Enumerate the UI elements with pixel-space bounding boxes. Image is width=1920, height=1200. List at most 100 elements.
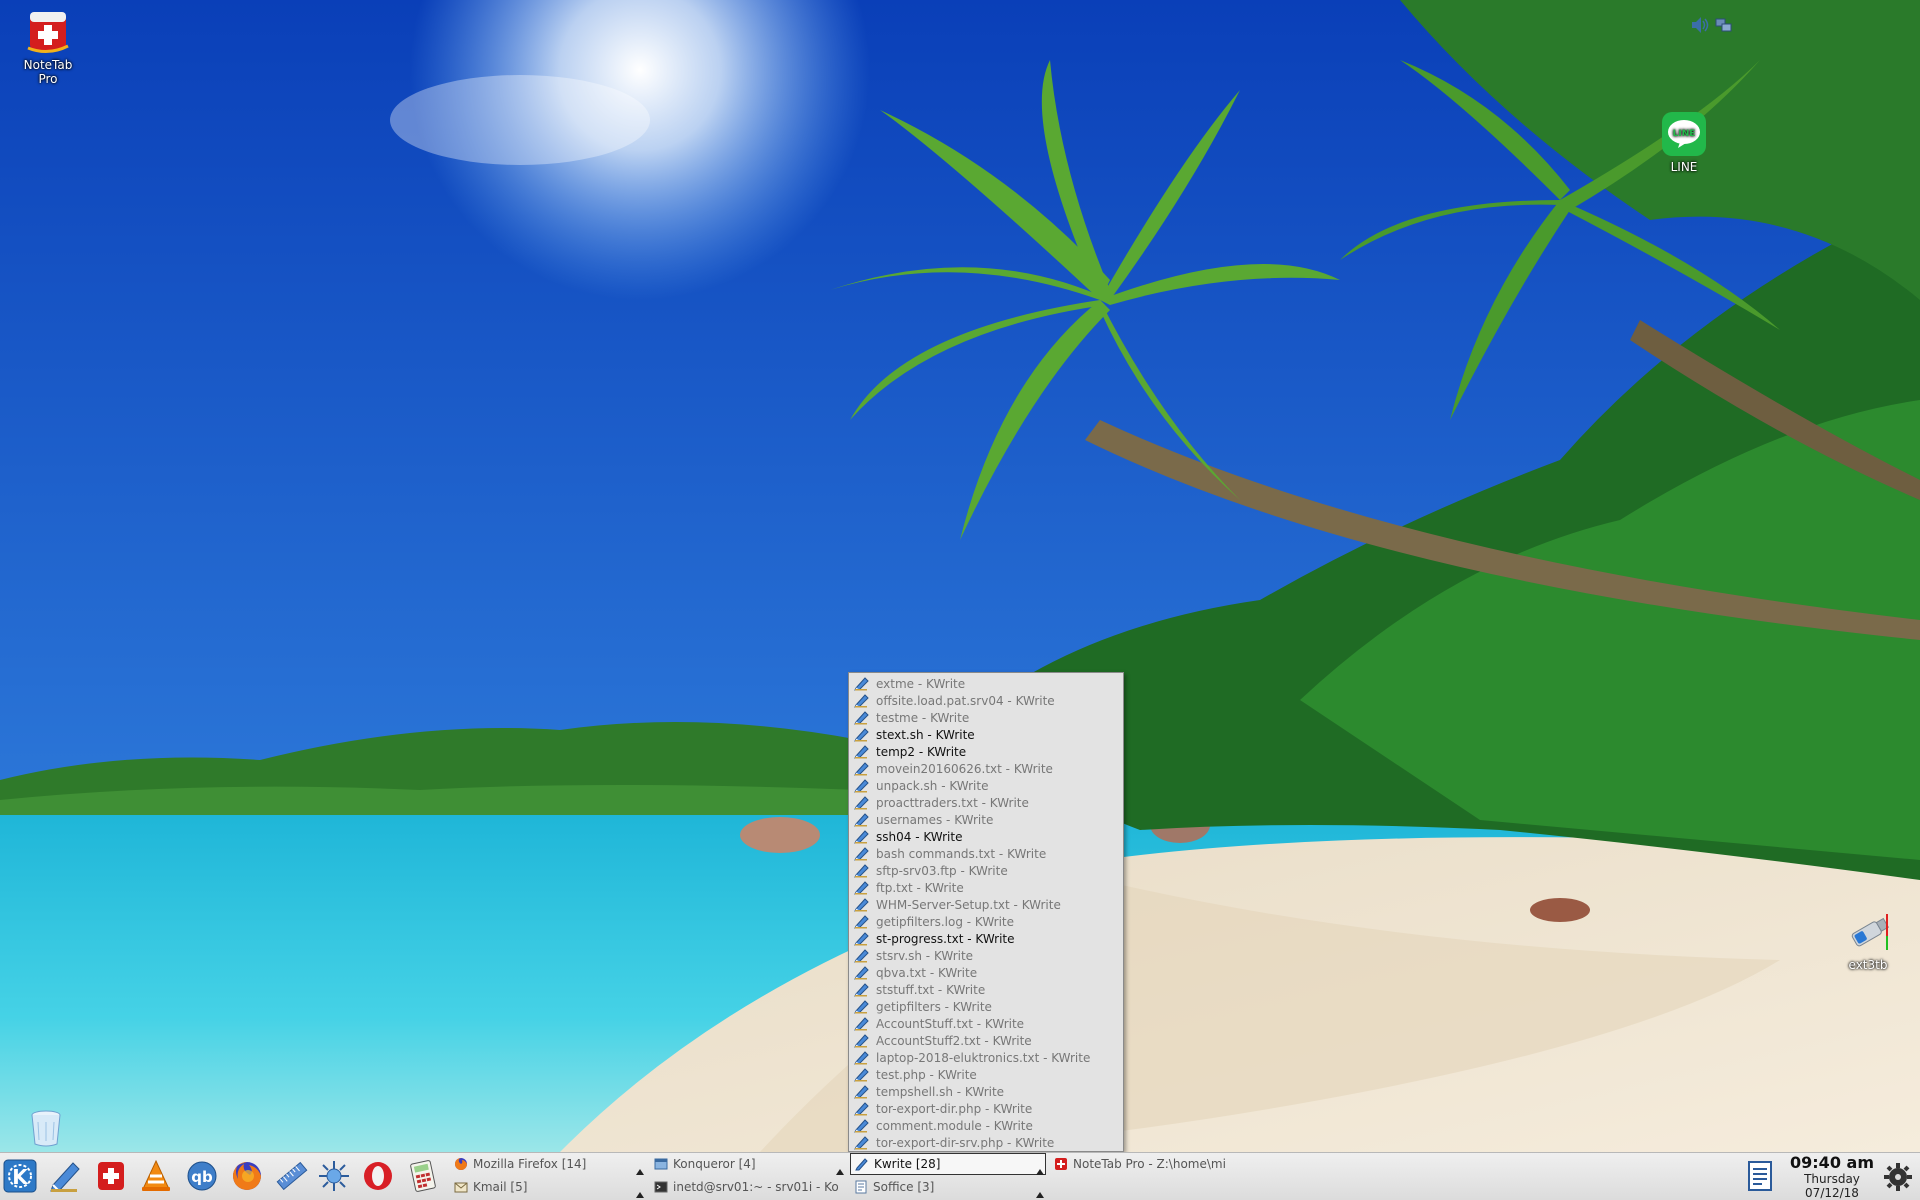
kwrite-icon [854, 880, 870, 895]
task-group-arrow-icon[interactable] [1035, 1161, 1045, 1175]
kwrite-launcher-icon[interactable] [48, 1158, 84, 1194]
menu-item[interactable]: movein20160626.txt - KWrite [852, 760, 1120, 777]
menu-item[interactable]: tor-export-dir.php - KWrite [852, 1100, 1120, 1117]
menu-item[interactable]: ftp.txt - KWrite [852, 879, 1120, 896]
ruler-icon[interactable] [274, 1158, 310, 1194]
usb-drive-icon [1844, 908, 1892, 956]
svg-text:LINE: LINE [1673, 129, 1696, 139]
clock-day: Thursday [1804, 1172, 1860, 1186]
network-icon[interactable] [316, 1158, 352, 1194]
desktop-icon-ext3tb[interactable]: ext3tb [1828, 908, 1908, 972]
kwrite-icon [854, 1084, 870, 1099]
menu-item-label: usernames - KWrite [876, 812, 994, 827]
kwrite-icon [854, 812, 870, 827]
notetab-icon [24, 8, 72, 56]
task-group-arrow-icon[interactable] [635, 1161, 645, 1175]
desktop-icon-line[interactable]: LINE LINE [1644, 110, 1724, 174]
kwrite-window-list-menu[interactable]: extme - KWrite offsite.load.pat.srv04 - K… [848, 672, 1124, 1152]
menu-item[interactable]: testme - KWrite [852, 709, 1120, 726]
task-label: NoteTab Pro - Z:\home\mi [1073, 1157, 1226, 1171]
trash-icon [26, 1108, 66, 1148]
desktop-icon-notetab-pro[interactable]: NoteTab Pro [8, 8, 88, 86]
task-group-arrow-icon[interactable] [635, 1184, 645, 1198]
konqueror-icon [654, 1157, 668, 1171]
menu-item[interactable]: getipfilters.log - KWrite [852, 913, 1120, 930]
menu-item[interactable]: extme - KWrite [852, 675, 1120, 692]
kwrite-icon [855, 1157, 869, 1171]
firefox-icon[interactable] [229, 1158, 265, 1194]
menu-item[interactable]: laptop-2018-eluktronics.txt - KWrite [852, 1049, 1120, 1066]
network-tray-icon[interactable] [1714, 14, 1734, 36]
menu-item-label: tor-export-dir.php - KWrite [876, 1101, 1033, 1116]
calculator-icon[interactable] [405, 1158, 441, 1194]
klipper-icon[interactable] [1746, 1158, 1774, 1194]
kwrite-icon [854, 1118, 870, 1133]
menu-item[interactable]: stext.sh - KWrite [852, 726, 1120, 743]
task-soffice[interactable]: Soffice [3] [850, 1176, 1046, 1198]
menu-item[interactable]: AccountStuff2.txt - KWrite [852, 1032, 1120, 1049]
qbittorrent-icon[interactable]: qb [184, 1158, 220, 1194]
menu-item[interactable]: AccountStuff.txt - KWrite [852, 1015, 1120, 1032]
task-label: Konqueror [4] [673, 1157, 756, 1171]
menu-item[interactable]: getipfilters - KWrite [852, 998, 1120, 1015]
opera-icon[interactable] [360, 1158, 396, 1194]
task-group-arrow-icon[interactable] [1035, 1184, 1045, 1198]
notetab-launcher-icon[interactable] [93, 1158, 129, 1194]
menu-item[interactable]: unpack.sh - KWrite [852, 777, 1120, 794]
menu-item[interactable]: WHM-Server-Setup.txt - KWrite [852, 896, 1120, 913]
task-label: Kwrite [28] [874, 1157, 941, 1171]
menu-item-label: st-progress.txt - KWrite [876, 931, 1015, 946]
desktop-icon-trash[interactable] [6, 1108, 86, 1150]
kwrite-icon [854, 863, 870, 878]
kwrite-icon [854, 999, 870, 1014]
menu-item-label: offsite.load.pat.srv04 - KWrite [876, 693, 1055, 708]
menu-item-label: comment.module - KWrite [876, 1118, 1033, 1133]
kde-menu-icon[interactable]: K [2, 1158, 38, 1194]
terminal-icon [654, 1180, 668, 1194]
volume-icon[interactable] [1690, 14, 1710, 36]
menu-item-label: tor-export-dir-srv.php - KWrite [876, 1135, 1055, 1150]
task-terminal[interactable]: inetd@srv01:~ - srv01i - Ko [650, 1176, 846, 1198]
task-kmail[interactable]: Kmail [5] [450, 1176, 646, 1198]
desktop-icon-label: ext3tb [1848, 958, 1888, 972]
kwrite-icon [854, 1016, 870, 1031]
task-group-arrow-icon[interactable] [835, 1161, 845, 1175]
menu-item[interactable]: tempshell.sh - KWrite [852, 1083, 1120, 1100]
desktop-icon-label: LINE [1670, 160, 1698, 174]
task-konqueror[interactable]: Konqueror [4] [650, 1153, 846, 1175]
menu-item[interactable]: temp2 - KWrite [852, 743, 1120, 760]
kwrite-icon [854, 897, 870, 912]
menu-item[interactable]: ssh04 - KWrite [852, 828, 1120, 845]
menu-item[interactable]: proacttraders.txt - KWrite [852, 794, 1120, 811]
menu-item[interactable]: st-progress.txt - KWrite [852, 930, 1120, 947]
line-icon: LINE [1660, 110, 1708, 158]
task-kwrite[interactable]: Kwrite [28] [850, 1153, 1046, 1175]
clock[interactable]: 09:40 am Thursday 07/12/18 [1784, 1152, 1880, 1200]
logout-gear-icon[interactable] [1880, 1160, 1916, 1194]
menu-item[interactable]: tor-export-dir-srv.php - KWrite [852, 1134, 1120, 1151]
task-notetab[interactable]: NoteTab Pro - Z:\home\mi [1050, 1153, 1246, 1175]
menu-item-label: WHM-Server-Setup.txt - KWrite [876, 897, 1061, 912]
menu-item[interactable]: stsrv.sh - KWrite [852, 947, 1120, 964]
vlc-icon[interactable] [138, 1158, 174, 1194]
task-label: Kmail [5] [473, 1180, 528, 1194]
kwrite-icon [854, 761, 870, 776]
menu-item[interactable]: sftp-srv03.ftp - KWrite [852, 862, 1120, 879]
menu-item[interactable]: comment.module - KWrite [852, 1117, 1120, 1134]
menu-item-label: AccountStuff2.txt - KWrite [876, 1033, 1032, 1048]
menu-item[interactable]: usernames - KWrite [852, 811, 1120, 828]
menu-item[interactable]: qbva.txt - KWrite [852, 964, 1120, 981]
task-firefox[interactable]: Mozilla Firefox [14] [450, 1153, 646, 1175]
kwrite-icon [854, 1135, 870, 1150]
task-label: Mozilla Firefox [14] [473, 1157, 587, 1171]
menu-item-label: test.php - KWrite [876, 1067, 977, 1082]
kwrite-icon [854, 846, 870, 861]
menu-item[interactable]: offsite.load.pat.srv04 - KWrite [852, 692, 1120, 709]
menu-item[interactable]: bash commands.txt - KWrite [852, 845, 1120, 862]
kwrite-icon [854, 914, 870, 929]
menu-item[interactable]: test.php - KWrite [852, 1066, 1120, 1083]
kwrite-icon [854, 676, 870, 691]
menu-item[interactable]: ststuff.txt - KWrite [852, 981, 1120, 998]
menu-item-label: temp2 - KWrite [876, 744, 967, 759]
kwrite-icon [854, 982, 870, 997]
